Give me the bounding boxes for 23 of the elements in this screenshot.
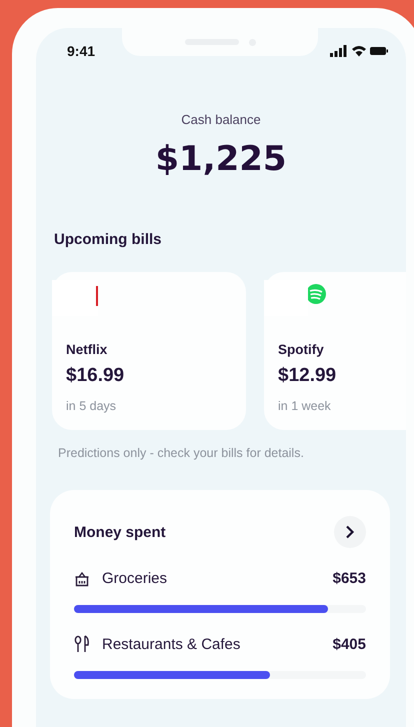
bill-name: Spotify (278, 342, 325, 357)
chevron-icon (345, 525, 355, 539)
category-amount: $653 (332, 570, 366, 587)
bill-card[interactable]: Netflix $16.99 in 5 days (52, 272, 246, 430)
category-name: Restaurants & Cafes (102, 636, 242, 652)
bill-amount: $16.99 (66, 365, 126, 387)
bill-name: Netflix (66, 342, 108, 357)
balance-amount: $1,225 (154, 139, 288, 179)
category-name: Groceries (102, 570, 168, 587)
fork-knife-icon (74, 635, 90, 653)
card-title: Money spent (74, 524, 166, 540)
bill-amount: $12.99 (278, 365, 338, 387)
balance-label: Cash balance (180, 112, 262, 127)
bill-due-date: in 1 week (278, 399, 332, 413)
predictions-note: Predictions only - check your bills for details. (58, 446, 305, 460)
status-time: 9:41 (67, 42, 96, 58)
bill-card[interactable]: Spotify $12.99 in 1 week (264, 272, 406, 430)
section-title: Upcoming bills (54, 231, 163, 248)
chevron-button[interactable] (334, 516, 366, 548)
category-amount: $405 (332, 636, 366, 652)
bill-due-date: in 5 days (66, 399, 118, 413)
status-icons (330, 44, 388, 56)
basket-icon (74, 570, 90, 586)
